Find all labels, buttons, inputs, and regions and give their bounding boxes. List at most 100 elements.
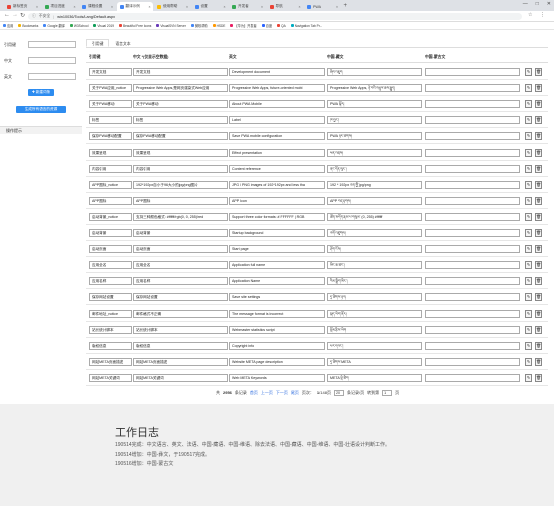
delete-icon[interactable]: 🗑 <box>535 341 542 350</box>
row-en-field[interactable]: Progressive Web Apps, future-oriented mo… <box>229 84 325 93</box>
edit-icon[interactable]: ✎ <box>525 277 532 286</box>
row-mn-field[interactable] <box>425 180 520 189</box>
delete-icon[interactable]: 🗑 <box>535 357 542 366</box>
pager-first-link[interactable]: 首页 <box>250 390 258 396</box>
row-key-field[interactable]: 效果呈现 <box>89 148 132 157</box>
row-bo-field[interactable]: ཕན་འབྲས། <box>327 148 422 157</box>
row-zh-field[interactable]: 保存PWA移动配置 <box>133 132 228 141</box>
row-key-field[interactable]: 内容引用 <box>89 164 132 173</box>
tab-close-icon[interactable]: × <box>298 5 300 9</box>
row-zh-field[interactable]: 邮件格式不正确 <box>133 309 228 318</box>
row-zh-field[interactable]: 网站META关键词 <box>133 373 228 382</box>
row-en-field[interactable]: JPG \ PNG images of 192*192px and less t… <box>229 180 325 189</box>
row-key-field[interactable]: 启动页面 <box>89 245 132 254</box>
row-key-field[interactable]: 启动背景_notice <box>89 212 132 221</box>
edit-icon[interactable]: ✎ <box>525 309 532 318</box>
row-bo-field[interactable]: ཚོན་མདོག་རྣམ་པ་གསུམ་ (0, 255) #ffffff <box>327 212 422 221</box>
row-zh-field[interactable]: 关于PWA移动 <box>133 100 228 109</box>
row-en-field[interactable]: Web META Keywords <box>229 373 325 382</box>
add-entry-button[interactable]: ✚ 新建词条 <box>28 89 54 96</box>
row-mn-field[interactable] <box>425 341 520 350</box>
row-en-field[interactable]: Save PWA mobile configuration <box>229 132 325 141</box>
row-mn-field[interactable] <box>425 84 520 93</box>
row-bo-field[interactable]: རིམ་སྒྲིག་མིང་། <box>327 277 422 286</box>
row-bo-field[interactable]: APP བརྡ་རྟགས། <box>327 196 422 205</box>
row-en-field[interactable]: Support three color formats: # FFFFFF | … <box>229 212 325 221</box>
row-bo-field[interactable]: ནང་དོན་ལུང་། <box>327 164 422 173</box>
row-mn-field[interactable] <box>425 325 520 334</box>
forward-icon[interactable]: → <box>12 12 18 18</box>
row-bo-field[interactable]: མིང་ཆ་ཚང་། <box>327 261 422 270</box>
bookmark-item[interactable]: QA <box>277 24 286 28</box>
delete-icon[interactable]: 🗑 <box>535 68 542 76</box>
delete-icon[interactable]: 🗑 <box>535 261 542 270</box>
tab-key[interactable]: 引用键 <box>86 39 110 47</box>
delete-icon[interactable]: 🗑 <box>535 309 542 318</box>
reload-icon[interactable]: ↻ <box>20 12 25 19</box>
row-key-field[interactable]: 应用名称 <box>89 277 132 286</box>
delete-icon[interactable]: 🗑 <box>535 245 542 254</box>
pager-last-link[interactable]: 尾页 <box>291 390 299 396</box>
row-mn-field[interactable] <box>425 293 520 302</box>
key-input[interactable] <box>28 41 76 48</box>
row-mn-field[interactable] <box>425 373 520 382</box>
new-tab-button[interactable]: + <box>344 3 348 9</box>
tab-close-icon[interactable]: × <box>336 5 338 9</box>
row-zh-field[interactable]: 192*192px自小于96大小的jpg/png图片 <box>133 180 228 189</box>
row-mn-field[interactable] <box>425 164 520 173</box>
row-key-field[interactable]: 站长统计脚本 <box>89 325 132 334</box>
row-key-field[interactable]: 版权信息 <box>89 341 132 350</box>
row-zh-field[interactable]: 保存网站设置 <box>133 293 228 302</box>
maximize-icon[interactable]: □ <box>536 1 539 7</box>
row-key-field[interactable]: 开发文档 <box>89 68 132 76</box>
row-en-field[interactable]: Effect presentation <box>229 148 325 157</box>
bookmark-item[interactable]: HSDE <box>212 24 225 28</box>
browser-tab[interactable]: 使用帮助 × <box>154 2 190 11</box>
row-key-field[interactable]: 启动背景 <box>89 229 132 237</box>
row-bo-field[interactable]: PWA སྐོར། <box>327 100 422 109</box>
bookmark-item[interactable]: 【华为】开发者 <box>230 23 257 28</box>
row-zh-field[interactable]: 标签 <box>133 116 228 125</box>
browser-tab[interactable]: 项目进度 × <box>42 2 78 11</box>
row-key-field[interactable]: 网站META页面描述 <box>89 357 132 366</box>
row-mn-field[interactable] <box>425 148 520 157</box>
bookmark-item[interactable]: Google 翻译 <box>43 23 65 28</box>
browser-tab[interactable]: PWA × <box>304 2 340 11</box>
row-key-field[interactable]: 关于PWA移动 <box>89 100 132 109</box>
row-en-field[interactable]: Copyright info <box>229 341 325 350</box>
row-mn-field[interactable] <box>425 116 520 125</box>
edit-icon[interactable]: ✎ <box>525 180 532 189</box>
delete-icon[interactable]: 🗑 <box>535 212 542 221</box>
row-en-field[interactable]: Development document <box>229 68 325 76</box>
row-key-field[interactable]: 关于PWA应用_notice <box>89 84 132 93</box>
url-bar[interactable]: ⓘ 不安全 | win10036/Tools/Lang/Default.aspx <box>28 13 522 20</box>
browser-tab[interactable]: 新标签页 × <box>4 2 40 11</box>
delete-icon[interactable]: 🗑 <box>535 116 542 125</box>
row-zh-field[interactable]: 支持三种颜色格式: #ffffff/rgb(0, 0, 255)/red <box>133 212 228 221</box>
row-zh-field[interactable]: Progressive Web Apps,是网页渲染式Web应用 <box>133 84 228 93</box>
delete-icon[interactable]: 🗑 <box>535 196 542 205</box>
bookmark-item[interactable]: Bookmarks <box>18 24 38 28</box>
delete-icon[interactable]: 🗑 <box>535 100 542 109</box>
edit-icon[interactable]: ✎ <box>525 68 532 76</box>
row-zh-field[interactable]: 启动页面 <box>133 245 228 254</box>
row-mn-field[interactable] <box>425 229 520 237</box>
pager-goto-input[interactable]: 1 <box>382 389 393 396</box>
row-en-field[interactable]: Application Name <box>229 277 325 286</box>
row-mn-field[interactable] <box>425 132 520 141</box>
row-bo-field[interactable]: དྲ་ཚིགས་ཉར། <box>327 293 422 302</box>
tab-language-text[interactable]: 语言文本 <box>109 39 136 47</box>
row-key-field[interactable]: 保存网站设置 <box>89 293 132 302</box>
tab-close-icon[interactable]: × <box>36 5 38 9</box>
row-zh-field[interactable]: 开发文档 <box>133 68 228 76</box>
edit-icon[interactable]: ✎ <box>525 164 532 173</box>
delete-icon[interactable]: 🗑 <box>535 148 542 157</box>
bookmark-item[interactable]: 微软帮助 <box>190 23 208 28</box>
delete-icon[interactable]: 🗑 <box>535 325 542 334</box>
row-mn-field[interactable] <box>425 68 520 76</box>
row-en-field[interactable]: Start page <box>229 245 325 254</box>
edit-icon[interactable]: ✎ <box>525 84 532 93</box>
row-mn-field[interactable] <box>425 100 520 109</box>
browser-tab[interactable]: 设置 × <box>192 2 228 11</box>
edit-icon[interactable]: ✎ <box>525 261 532 270</box>
